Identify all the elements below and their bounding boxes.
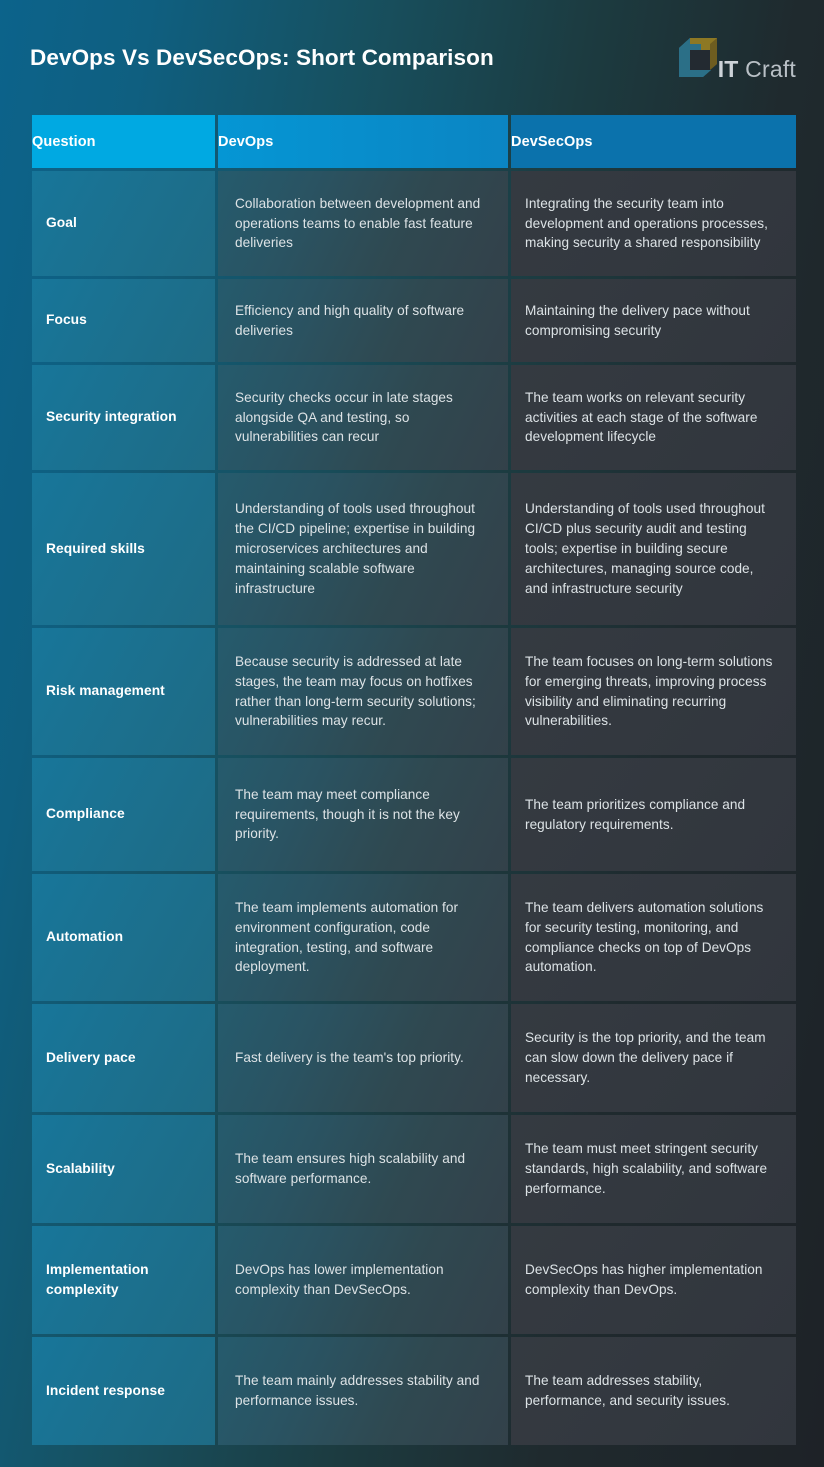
row-label-required-skills: Required skills	[32, 473, 215, 625]
row-devops-scalability: The team ensures high scalability and so…	[218, 1115, 508, 1223]
brand-logo: IT Craft	[677, 30, 796, 82]
row-devsecops-goal: Integrating the security team into devel…	[511, 171, 796, 276]
row-devsecops-risk-management: The team focuses on long-term solutions …	[511, 628, 796, 755]
row-devsecops-required-skills: Understanding of tools used throughout C…	[511, 473, 796, 625]
row-devsecops-delivery-pace: Security is the top priority, and the te…	[511, 1004, 796, 1112]
row-devops-delivery-pace: Fast delivery is the team's top priority…	[218, 1004, 508, 1112]
row-devops-required-skills: Understanding of tools used throughout t…	[218, 473, 508, 625]
table-row: Automation The team implements automatio…	[32, 874, 796, 1001]
row-devops-goal: Collaboration between development and op…	[218, 171, 508, 276]
column-header-devops: DevOps	[218, 115, 508, 168]
row-label-scalability: Scalability	[32, 1115, 215, 1223]
page-title: DevOps Vs DevSecOps: Short Comparison	[30, 45, 494, 70]
row-devsecops-scalability: The team must meet stringent security st…	[511, 1115, 796, 1223]
row-label-compliance: Compliance	[32, 758, 215, 871]
it-craft-logo-mark-icon	[677, 36, 723, 82]
row-label-delivery-pace: Delivery pace	[32, 1004, 215, 1112]
comparison-table: Question DevOps DevSecOps Goal Collabora…	[29, 112, 799, 1448]
row-devops-incident-response: The team mainly addresses stability and …	[218, 1337, 508, 1445]
row-devsecops-security-integration: The team works on relevant security acti…	[511, 365, 796, 470]
row-devops-compliance: The team may meet compliance requirement…	[218, 758, 508, 871]
table-row: Incident response The team mainly addres…	[32, 1337, 796, 1445]
row-label-security-integration: Security integration	[32, 365, 215, 470]
logo-wordmark: IT Craft	[718, 58, 796, 81]
row-label-goal: Goal	[32, 171, 215, 276]
table-row: Implementation complexity DevOps has low…	[32, 1226, 796, 1334]
row-label-implementation-complexity: Implementation complexity	[32, 1226, 215, 1334]
row-devsecops-implementation-complexity: DevSecOps has higher implementation comp…	[511, 1226, 796, 1334]
table-row: Focus Efficiency and high quality of sof…	[32, 279, 796, 362]
row-devops-automation: The team implements automation for envir…	[218, 874, 508, 1001]
table-header-row: Question DevOps DevSecOps	[32, 115, 796, 168]
row-label-risk-management: Risk management	[32, 628, 215, 755]
row-devops-implementation-complexity: DevOps has lower implementation complexi…	[218, 1226, 508, 1334]
row-label-automation: Automation	[32, 874, 215, 1001]
row-devsecops-focus: Maintaining the delivery pace without co…	[511, 279, 796, 362]
logo-word-craft: Craft	[745, 56, 796, 82]
row-label-incident-response: Incident response	[32, 1337, 215, 1445]
column-header-devsecops: DevSecOps	[511, 115, 796, 168]
row-devsecops-automation: The team delivers automation solutions f…	[511, 874, 796, 1001]
row-devops-risk-management: Because security is addressed at late st…	[218, 628, 508, 755]
row-label-focus: Focus	[32, 279, 215, 362]
table-row: Security integration Security checks occ…	[32, 365, 796, 470]
table-row: Risk management Because security is addr…	[32, 628, 796, 755]
column-header-question: Question	[32, 115, 215, 168]
table-row: Compliance The team may meet compliance …	[32, 758, 796, 871]
table-row: Required skills Understanding of tools u…	[32, 473, 796, 625]
table-row: Goal Collaboration between development a…	[32, 171, 796, 276]
table-row: Scalability The team ensures high scalab…	[32, 1115, 796, 1223]
row-devsecops-incident-response: The team addresses stability, performanc…	[511, 1337, 796, 1445]
row-devops-focus: Efficiency and high quality of software …	[218, 279, 508, 362]
row-devops-security-integration: Security checks occur in late stages alo…	[218, 365, 508, 470]
page-header: DevOps Vs DevSecOps: Short Comparison IT…	[0, 0, 824, 112]
table-row: Delivery pace Fast delivery is the team'…	[32, 1004, 796, 1112]
row-devsecops-compliance: The team prioritizes compliance and regu…	[511, 758, 796, 871]
